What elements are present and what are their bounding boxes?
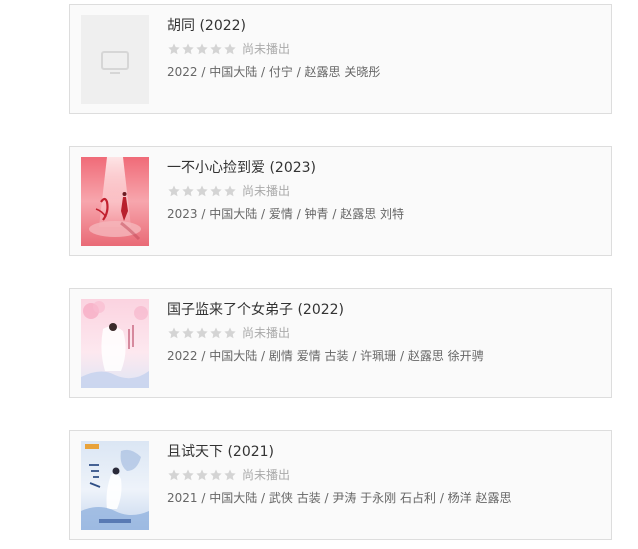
- star-empty-icon: [168, 327, 180, 339]
- subject-list: 胡同 (2022) 尚未播出 2022 / 中国大陆 / 付宁 / 赵露思 关晓…: [0, 0, 638, 549]
- star-empty-icon: [210, 43, 222, 55]
- star-empty-icon: [182, 469, 194, 481]
- poster-image[interactable]: [81, 15, 149, 104]
- poster-image[interactable]: [81, 299, 149, 388]
- subject-title[interactable]: 胡同 (2022): [167, 17, 601, 35]
- air-status: 尚未播出: [242, 184, 291, 198]
- poster-artwork: [81, 157, 149, 246]
- subject-title[interactable]: 一不小心捡到爱 (2023): [167, 159, 601, 177]
- star-empty-icon: [210, 327, 222, 339]
- list-item[interactable]: 国子监来了个女弟子 (2022) 尚未播出 2022 / 中国大陆 / 剧情 爱…: [69, 288, 612, 398]
- rating: 尚未播出: [167, 467, 601, 483]
- poster-image[interactable]: [81, 157, 149, 246]
- star-empty-icon: [210, 185, 222, 197]
- star-empty-icon: [196, 469, 208, 481]
- star-empty-icon: [224, 327, 236, 339]
- rating: 尚未播出: [167, 183, 601, 199]
- star-empty-icon: [196, 43, 208, 55]
- subject-meta: 2023 / 中国大陆 / 爱情 / 钟青 / 赵露思 刘特: [167, 207, 405, 221]
- air-status: 尚未播出: [242, 468, 291, 482]
- list-item[interactable]: 胡同 (2022) 尚未播出 2022 / 中国大陆 / 付宁 / 赵露思 关晓…: [69, 4, 612, 114]
- star-empty-icon: [182, 327, 194, 339]
- air-status: 尚未播出: [242, 42, 291, 56]
- subject-meta: 2021 / 中国大陆 / 武侠 古装 / 尹涛 于永刚 石占利 / 杨洋 赵露…: [167, 491, 512, 505]
- star-empty-icon: [182, 43, 194, 55]
- rating-stars: [167, 42, 237, 56]
- star-empty-icon: [224, 469, 236, 481]
- rating-stars: [167, 184, 237, 198]
- subject-meta: 2022 / 中国大陆 / 付宁 / 赵露思 关晓彤: [167, 65, 381, 79]
- list-item[interactable]: 一不小心捡到爱 (2023) 尚未播出 2023 / 中国大陆 / 爱情 / 钟…: [69, 146, 612, 256]
- star-empty-icon: [168, 185, 180, 197]
- star-empty-icon: [224, 43, 236, 55]
- rating: 尚未播出: [167, 41, 601, 57]
- rating-stars: [167, 326, 237, 340]
- poster-artwork: [81, 441, 149, 530]
- rating: 尚未播出: [167, 325, 601, 341]
- subject-meta: 2022 / 中国大陆 / 剧情 爱情 古装 / 许珮珊 / 赵露思 徐开骋: [167, 349, 484, 363]
- star-empty-icon: [196, 327, 208, 339]
- star-empty-icon: [168, 469, 180, 481]
- star-empty-icon: [210, 469, 222, 481]
- image-placeholder-icon: [81, 15, 149, 104]
- star-empty-icon: [224, 185, 236, 197]
- poster-artwork: [81, 299, 149, 388]
- subject-title[interactable]: 且试天下 (2021): [167, 443, 601, 461]
- subject-title[interactable]: 国子监来了个女弟子 (2022): [167, 301, 601, 319]
- rating-stars: [167, 468, 237, 482]
- air-status: 尚未播出: [242, 326, 291, 340]
- poster-image[interactable]: [81, 441, 149, 530]
- star-empty-icon: [196, 185, 208, 197]
- star-empty-icon: [182, 185, 194, 197]
- star-empty-icon: [168, 43, 180, 55]
- list-item[interactable]: 且试天下 (2021) 尚未播出 2021 / 中国大陆 / 武侠 古装 / 尹…: [69, 430, 612, 540]
